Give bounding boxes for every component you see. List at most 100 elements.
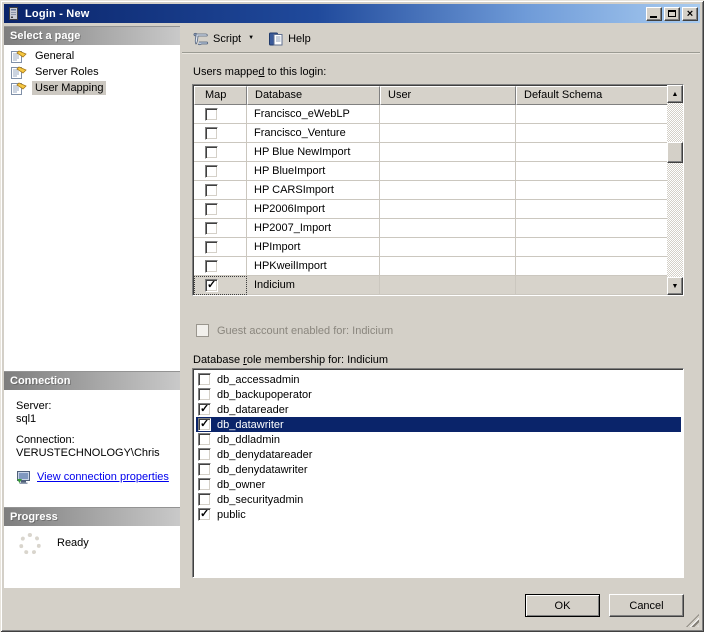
column-header-user[interactable]: User <box>380 86 516 105</box>
default-schema-cell[interactable] <box>516 257 668 276</box>
role-list-item[interactable]: db_datawriter <box>196 417 681 432</box>
role-name: public <box>217 509 246 521</box>
map-cell[interactable] <box>194 105 247 124</box>
role-list-item[interactable]: db_securityadmin <box>196 492 681 507</box>
resize-grip-icon[interactable] <box>686 614 699 627</box>
map-cell[interactable] <box>194 181 247 200</box>
user-cell[interactable] <box>380 181 516 200</box>
default-schema-cell[interactable] <box>516 143 668 162</box>
map-cell[interactable] <box>194 238 247 257</box>
column-header-default-schema[interactable]: Default Schema <box>516 86 668 105</box>
table-row[interactable]: HP2006Import <box>194 200 668 219</box>
user-cell[interactable] <box>380 219 516 238</box>
maximize-button[interactable] <box>664 7 680 21</box>
script-button[interactable]: Script <box>189 30 258 48</box>
column-header-map[interactable]: Map <box>194 86 247 105</box>
role-checkbox[interactable] <box>198 418 211 431</box>
titlebar[interactable]: Login - New × <box>4 4 700 23</box>
scrollbar-down-button[interactable] <box>667 277 683 295</box>
role-checkbox[interactable] <box>198 373 211 386</box>
guest-account-label: Guest account enabled for: Indicium <box>217 325 393 337</box>
connection-header: Connection <box>4 371 180 390</box>
scrollbar-up-button[interactable] <box>667 85 683 103</box>
default-schema-cell[interactable] <box>516 200 668 219</box>
role-checkbox[interactable] <box>198 463 211 476</box>
map-checkbox[interactable] <box>205 241 218 254</box>
role-checkbox[interactable] <box>198 448 211 461</box>
app-icon <box>7 7 20 20</box>
map-cell[interactable] <box>194 143 247 162</box>
user-cell[interactable] <box>380 257 516 276</box>
sidebar-item-server-roles[interactable]: Server Roles <box>4 64 180 80</box>
users-mapped-label: Users mapped to this login: <box>193 66 326 78</box>
sidebar-item-label: General <box>32 49 77 63</box>
database-cell: Indicium <box>247 276 380 295</box>
table-row[interactable]: HP CARSImport <box>194 181 668 200</box>
close-button[interactable]: × <box>682 7 698 21</box>
role-list-item[interactable]: db_owner <box>196 477 681 492</box>
role-name: db_datareader <box>217 404 289 416</box>
table-row[interactable]: HPImport <box>194 238 668 257</box>
login-new-dialog: Login - New × Select a page General <box>0 0 704 632</box>
default-schema-cell[interactable] <box>516 162 668 181</box>
user-cell[interactable] <box>380 162 516 181</box>
default-schema-cell[interactable] <box>516 219 668 238</box>
sidebar-item-general[interactable]: General <box>4 48 180 64</box>
map-checkbox[interactable] <box>205 260 218 273</box>
ok-button[interactable]: OK <box>525 594 600 617</box>
user-cell[interactable] <box>380 105 516 124</box>
role-list-item[interactable]: db_backupoperator <box>196 387 681 402</box>
default-schema-cell[interactable] <box>516 238 668 257</box>
role-list-item[interactable]: db_datareader <box>196 402 681 417</box>
role-checkbox[interactable] <box>198 388 211 401</box>
role-list-item[interactable]: db_denydatareader <box>196 447 681 462</box>
default-schema-cell[interactable] <box>516 181 668 200</box>
role-checkbox[interactable] <box>198 493 211 506</box>
table-row[interactable]: HPKweilImport <box>194 257 668 276</box>
table-row[interactable]: Francisco_Venture <box>194 124 668 143</box>
map-cell[interactable] <box>194 124 247 143</box>
map-checkbox[interactable] <box>205 203 218 216</box>
default-schema-cell[interactable] <box>516 105 668 124</box>
role-checkbox[interactable] <box>198 403 211 416</box>
column-header-database[interactable]: Database <box>247 86 380 105</box>
grid-vertical-scrollbar[interactable] <box>667 85 683 295</box>
map-checkbox[interactable] <box>205 165 218 178</box>
map-cell[interactable] <box>194 257 247 276</box>
user-cell[interactable] <box>380 143 516 162</box>
table-row[interactable]: Indicium <box>194 276 668 295</box>
map-cell[interactable] <box>194 219 247 238</box>
map-checkbox[interactable] <box>205 279 218 292</box>
table-row[interactable]: HP2007_Import <box>194 219 668 238</box>
role-list-item[interactable]: db_ddladmin <box>196 432 681 447</box>
cancel-button[interactable]: Cancel <box>609 594 684 617</box>
user-cell[interactable] <box>380 276 516 295</box>
map-cell[interactable] <box>194 162 247 181</box>
default-schema-cell[interactable] <box>516 124 668 143</box>
role-checkbox[interactable] <box>198 433 211 446</box>
view-connection-properties-link[interactable]: View connection properties <box>37 471 169 484</box>
help-button[interactable]: Help <box>264 30 315 48</box>
map-cell[interactable] <box>194 276 247 295</box>
user-cell[interactable] <box>380 124 516 143</box>
user-cell[interactable] <box>380 238 516 257</box>
table-row[interactable]: HP BlueImport <box>194 162 668 181</box>
role-list-item[interactable]: public <box>196 507 681 522</box>
map-checkbox[interactable] <box>205 127 218 140</box>
role-list-item[interactable]: db_accessadmin <box>196 372 681 387</box>
scrollbar-thumb[interactable] <box>667 142 683 163</box>
map-checkbox[interactable] <box>205 146 218 159</box>
role-list-item[interactable]: db_denydatawriter <box>196 462 681 477</box>
map-cell[interactable] <box>194 200 247 219</box>
role-checkbox[interactable] <box>198 508 211 521</box>
map-checkbox[interactable] <box>205 184 218 197</box>
user-cell[interactable] <box>380 200 516 219</box>
sidebar-item-user-mapping[interactable]: User Mapping <box>4 80 180 96</box>
default-schema-cell[interactable] <box>516 276 668 295</box>
table-row[interactable]: HP Blue NewImport <box>194 143 668 162</box>
map-checkbox[interactable] <box>205 222 218 235</box>
map-checkbox[interactable] <box>205 108 218 121</box>
minimize-button[interactable] <box>646 7 662 21</box>
role-checkbox[interactable] <box>198 478 211 491</box>
table-row[interactable]: Francisco_eWebLP <box>194 105 668 124</box>
